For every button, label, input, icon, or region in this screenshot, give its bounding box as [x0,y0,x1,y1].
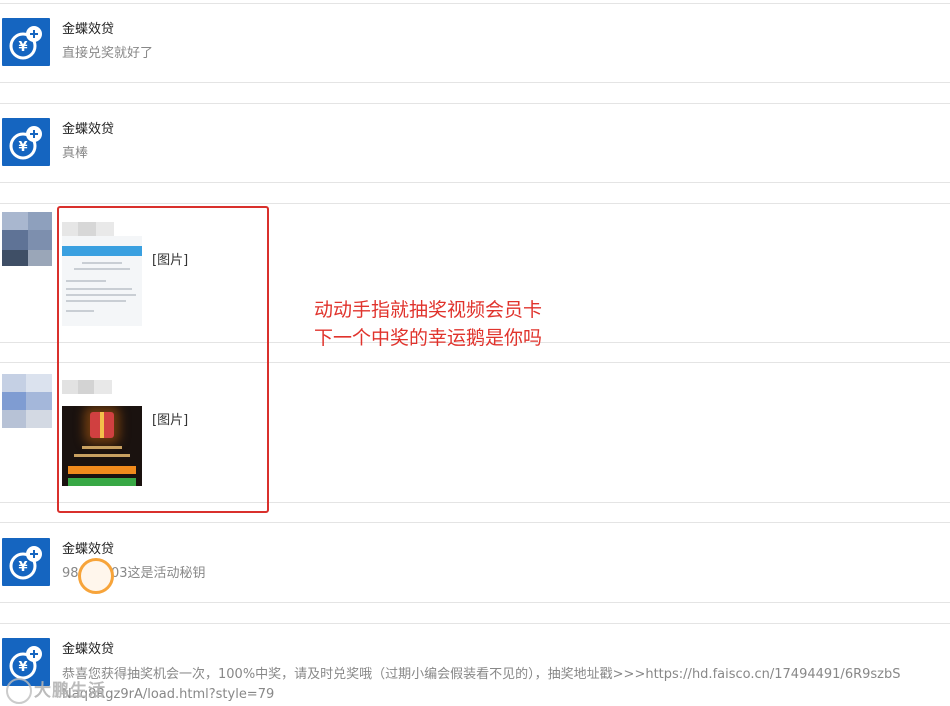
message-text-suffix: 03这是活动秘钥 [111,566,206,581]
yen-coin-plus-icon: ¥ [9,546,42,580]
brand-avatar[interactable]: ¥ [2,18,50,66]
yen-coin-plus-icon: ¥ [9,126,42,160]
divider [0,203,950,204]
divider [0,103,950,104]
message-feed: ¥ 金蝶效贷 直接兑奖就好了 ¥ 金蝶效贷 真棒 [图片] [图片] 动动手指就… [0,0,950,706]
divider [0,182,950,183]
brand-avatar[interactable]: ¥ [2,118,50,166]
sender-name: 金蝶效贷 [62,122,115,137]
yen-coin-plus-icon: ¥ [9,26,42,60]
sender-name: 金蝶效贷 [62,22,115,37]
annotation-line-1: 动动手指就抽奖视频会员卡 [314,299,543,321]
divider [0,602,950,603]
svg-text:¥: ¥ [18,40,27,55]
message-text-prefix: 98 [62,566,79,581]
divider [0,623,950,624]
svg-text:¥: ¥ [18,660,27,675]
sender-name: 金蝶效贷 [62,642,115,657]
message-text-line-2: Naq8Rgz9rA/load.html?style=79 [62,687,275,702]
brand-avatar[interactable]: ¥ [2,538,50,586]
divider [0,82,950,83]
sender-name: 金蝶效贷 [62,542,115,557]
watermark-text: 大鹏生活 [34,681,106,701]
divider [0,522,950,523]
watermark-logo-icon [6,678,32,704]
divider [0,3,950,4]
message-text: 真棒 [62,146,89,161]
highlight-box [57,206,269,513]
svg-text:¥: ¥ [18,140,27,155]
svg-text:¥: ¥ [18,560,27,575]
annotation-line-2: 下一个中奖的幸运鹅是你吗 [314,327,543,349]
blurred-user-avatar[interactable] [2,374,52,430]
message-text: 直接兑奖就好了 [62,46,154,61]
blurred-user-avatar[interactable] [2,212,52,268]
message-text-line-1: 恭喜您获得抽奖机会一次，100%中奖，请及时兑奖哦（过期小编会假装看不见的），抽… [62,667,901,682]
mouse-cursor-highlight [78,558,114,594]
